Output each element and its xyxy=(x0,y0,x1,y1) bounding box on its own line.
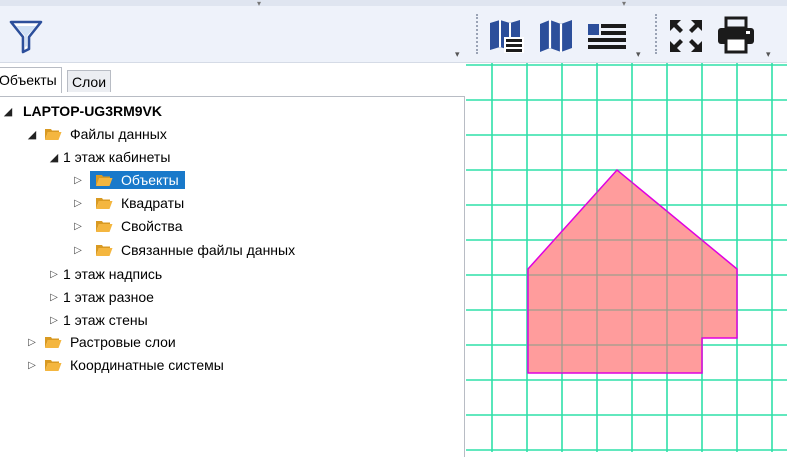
expand-icon[interactable]: ▷ xyxy=(48,315,60,326)
print-button[interactable] xyxy=(714,14,758,56)
tree-label: Файлы данных xyxy=(70,126,167,142)
tree-item-raster-layers[interactable]: ▷ Растровые слои xyxy=(26,331,179,353)
map-view[interactable] xyxy=(466,63,787,452)
object-tree: ◢ LAPTOP-UG3RM9VK ◢ Файлы данных ◢ 1 эта… xyxy=(0,96,465,457)
printer-icon xyxy=(718,16,754,54)
tree-item-objects[interactable]: ▷ Объекты xyxy=(72,169,185,191)
collapse-icon[interactable]: ◢ xyxy=(48,151,60,164)
toolbar-separator-2 xyxy=(655,14,657,54)
expand-icon[interactable]: ▷ xyxy=(48,292,60,303)
tree-label: Квадраты xyxy=(121,195,185,211)
tree-item-floor1-rooms[interactable]: ◢ 1 этаж кабинеты xyxy=(48,146,173,168)
map-book-icon xyxy=(490,20,524,53)
tree-item-data-files[interactable]: ◢ Файлы данных xyxy=(26,123,170,145)
zoom-extent-icon xyxy=(670,20,702,52)
expand-icon[interactable]: ▷ xyxy=(26,337,38,348)
tree-item-linked-files[interactable]: ▷ Связанные файлы данных xyxy=(72,239,298,261)
tree-item-coord-systems[interactable]: ▷ Координатные системы xyxy=(26,354,227,376)
toolbar-grip-2[interactable]: ▾ xyxy=(636,50,641,59)
tree-label: Растровые слои xyxy=(70,334,176,350)
expand-icon[interactable]: ▷ xyxy=(26,360,38,371)
map-icon xyxy=(540,20,572,52)
toolbar-collapse-caret-right[interactable]: ▾ xyxy=(622,0,626,8)
tab-objects[interactable]: Объекты xyxy=(0,67,62,93)
expand-icon[interactable]: ▷ xyxy=(48,269,60,280)
expand-icon[interactable]: ▷ xyxy=(72,221,84,232)
collapse-icon[interactable]: ◢ xyxy=(2,105,14,118)
map-canvas[interactable] xyxy=(466,63,787,452)
tree-label: LAPTOP-UG3RM9VK xyxy=(23,103,162,119)
tree-item-root[interactable]: ◢ LAPTOP-UG3RM9VK xyxy=(2,100,165,122)
explorer-pane: Объекты Слои ◢ LAPTOP-UG3RM9VK ◢ Файлы д… xyxy=(0,63,466,457)
open-folder-icon xyxy=(96,198,113,209)
open-folder-icon xyxy=(45,360,62,371)
tree-item-squares[interactable]: ▷ Квадраты xyxy=(72,192,187,214)
tree-label: Координатные системы xyxy=(70,357,224,373)
expand-icon[interactable]: ▷ xyxy=(72,198,84,209)
open-folder-icon xyxy=(96,221,113,232)
toolbar-separator xyxy=(476,14,478,54)
tab-layers[interactable]: Слои xyxy=(67,70,112,92)
tree-label: Свойства xyxy=(121,218,183,234)
legend-list-icon xyxy=(588,24,626,49)
tree-label: Связанные файлы данных xyxy=(121,242,296,258)
selected-highlight: Объекты xyxy=(90,171,185,189)
legend-button[interactable] xyxy=(584,16,630,56)
tree-item-floor1-label[interactable]: ▷ 1 этаж надпись xyxy=(48,263,165,285)
filter-icon xyxy=(9,20,43,54)
tree-item-properties[interactable]: ▷ Свойства xyxy=(72,215,185,237)
collapse-icon[interactable]: ◢ xyxy=(26,128,38,141)
map-button[interactable] xyxy=(536,16,576,56)
expand-icon[interactable]: ▷ xyxy=(72,245,84,256)
tree-label: 1 этаж надпись xyxy=(63,266,163,282)
tree-label: 1 этаж разное xyxy=(63,289,154,305)
filter-button[interactable] xyxy=(6,16,46,56)
toolbar: ▾ ▾ ▾ ▾ ▾ xyxy=(0,0,787,63)
tree-item-floor1-misc[interactable]: ▷ 1 этаж разное xyxy=(48,286,157,308)
open-folder-icon xyxy=(45,337,62,348)
tree-item-floor1-walls[interactable]: ▷ 1 этаж стены xyxy=(48,309,151,331)
toolbar-grip-3[interactable]: ▾ xyxy=(766,50,771,59)
tree-label: 1 этаж стены xyxy=(63,312,148,328)
toolbar-top-edge xyxy=(0,0,787,6)
toolbar-grip-1[interactable]: ▾ xyxy=(455,50,460,59)
map-book-button[interactable] xyxy=(486,16,528,56)
open-folder-icon xyxy=(45,129,62,140)
tree-label: Объекты xyxy=(121,172,179,188)
open-folder-icon xyxy=(96,175,113,186)
expand-icon[interactable]: ▷ xyxy=(72,175,84,186)
tree-label: 1 этаж кабинеты xyxy=(63,149,171,165)
open-folder-icon xyxy=(96,245,113,256)
zoom-extent-button[interactable] xyxy=(666,16,706,56)
toolbar-collapse-caret[interactable]: ▾ xyxy=(257,0,261,8)
